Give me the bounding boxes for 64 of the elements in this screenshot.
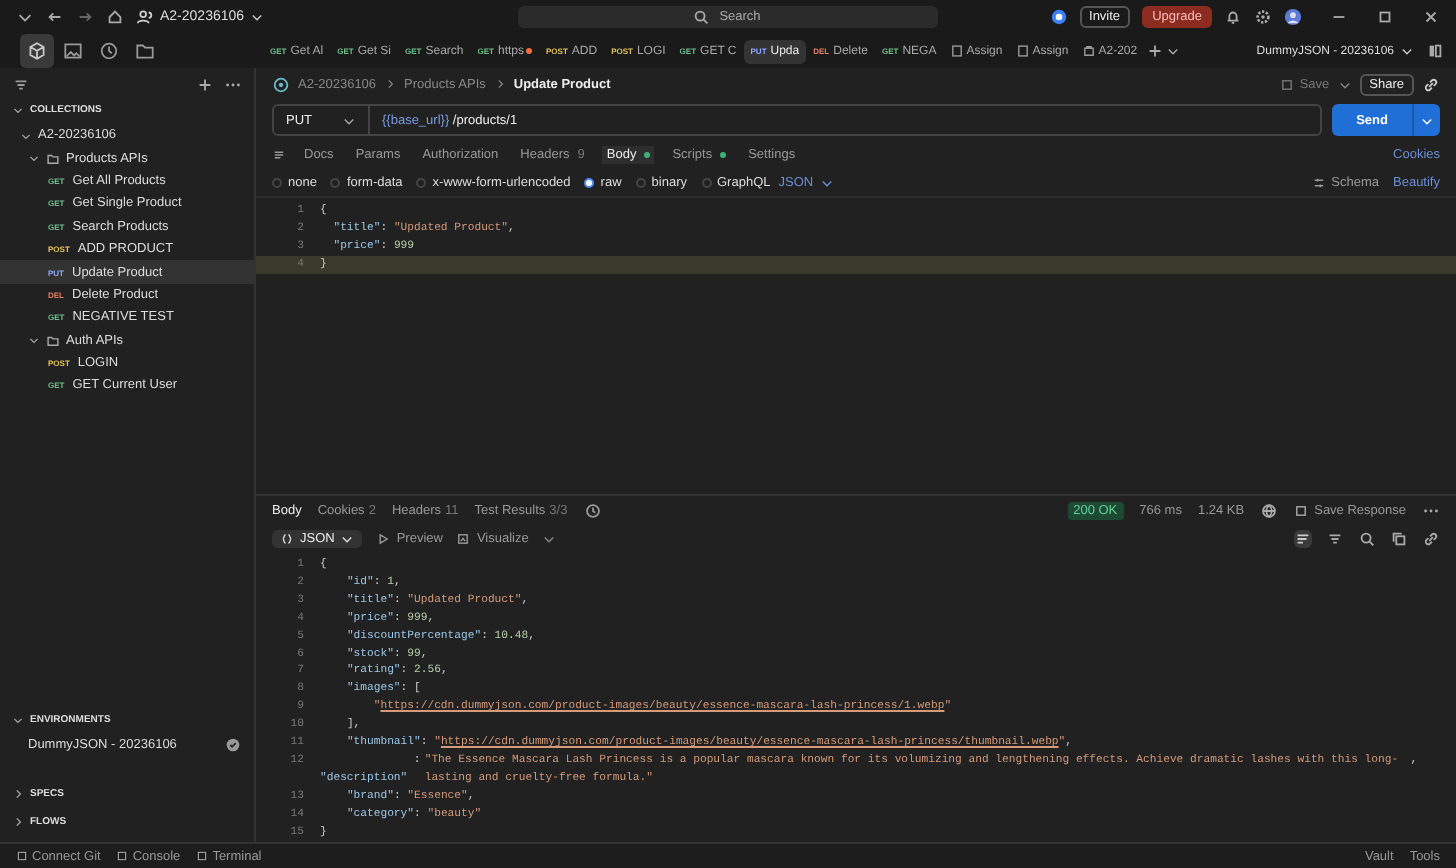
collection-icon: [1082, 44, 1097, 58]
chevron-down-icon[interactable]: [1165, 44, 1180, 58]
avatar-icon[interactable]: [1284, 8, 1302, 26]
maximize-icon[interactable]: [1376, 8, 1394, 26]
square-icon: [16, 850, 28, 862]
history-icon[interactable]: [583, 501, 602, 519]
save-icon: [1294, 503, 1309, 517]
chevron-down-icon: [819, 175, 834, 189]
chevron-right-icon: [493, 78, 506, 90]
radio-dot-icon: [272, 177, 282, 187]
chevron-down-icon: [12, 713, 24, 726]
document-icon: [950, 44, 965, 58]
link-icon[interactable]: [1422, 75, 1440, 93]
radio-dot-icon: [635, 177, 646, 187]
folder-icon: [46, 151, 60, 166]
square-icon: [116, 850, 129, 862]
image-icon: [456, 531, 471, 545]
chevron-down-icon: [1400, 44, 1414, 58]
chevron-down-icon[interactable]: [1337, 77, 1352, 91]
chevron-down-icon[interactable]: [542, 531, 557, 545]
back-arrow-icon[interactable]: [46, 8, 64, 26]
radio-dot-icon: [701, 177, 711, 187]
chevron-down-icon: [250, 10, 265, 24]
layout-icon[interactable]: [1426, 42, 1444, 60]
square-icon: [196, 850, 209, 862]
close-icon[interactable]: [1422, 8, 1440, 26]
api-icon: [272, 75, 290, 93]
play-icon: [376, 531, 391, 545]
sliders-icon: [1311, 175, 1326, 189]
chevron-down-icon: [1420, 113, 1434, 127]
filter-icon[interactable]: [1326, 529, 1344, 547]
status-dot-icon: [644, 151, 651, 157]
document-icon: [1016, 44, 1031, 58]
wrap-lines-icon[interactable]: [1294, 529, 1312, 547]
forward-arrow-icon[interactable]: [76, 8, 94, 26]
copy-icon[interactable]: [1390, 529, 1408, 547]
notification-bell-icon[interactable]: [1224, 8, 1242, 26]
folder-icon: [46, 333, 60, 348]
filter-icon[interactable]: [12, 75, 30, 93]
unsaved-dot-icon: [526, 48, 532, 54]
sync-icon[interactable]: [1049, 8, 1068, 26]
radio-dot-icon: [330, 177, 341, 187]
chevron-right-icon: [12, 788, 24, 800]
chevron-right-icon: [12, 816, 24, 828]
search-icon[interactable]: [1358, 529, 1376, 547]
status-dot-icon: [720, 151, 727, 157]
plus-icon[interactable]: [1145, 42, 1164, 60]
chevron-down-icon: [340, 531, 355, 545]
people-icon: [136, 8, 154, 26]
chevron-icon: [28, 334, 40, 347]
save-icon: [1279, 77, 1294, 91]
globe-icon[interactable]: [1260, 501, 1279, 519]
settings-icon[interactable]: [1254, 8, 1272, 26]
radio-dot-icon: [416, 177, 427, 187]
braces-icon: [280, 531, 294, 545]
chevron-right-icon: [384, 78, 397, 90]
radio-dot-icon: [584, 177, 595, 187]
link-icon[interactable]: [1422, 529, 1440, 547]
chevron-down-icon: [12, 104, 24, 116]
docs-icon[interactable]: [272, 147, 286, 161]
cube-icon[interactable]: [20, 34, 54, 68]
search-icon: [692, 8, 710, 26]
plus-icon[interactable]: [196, 75, 214, 93]
home-icon[interactable]: [106, 8, 124, 26]
